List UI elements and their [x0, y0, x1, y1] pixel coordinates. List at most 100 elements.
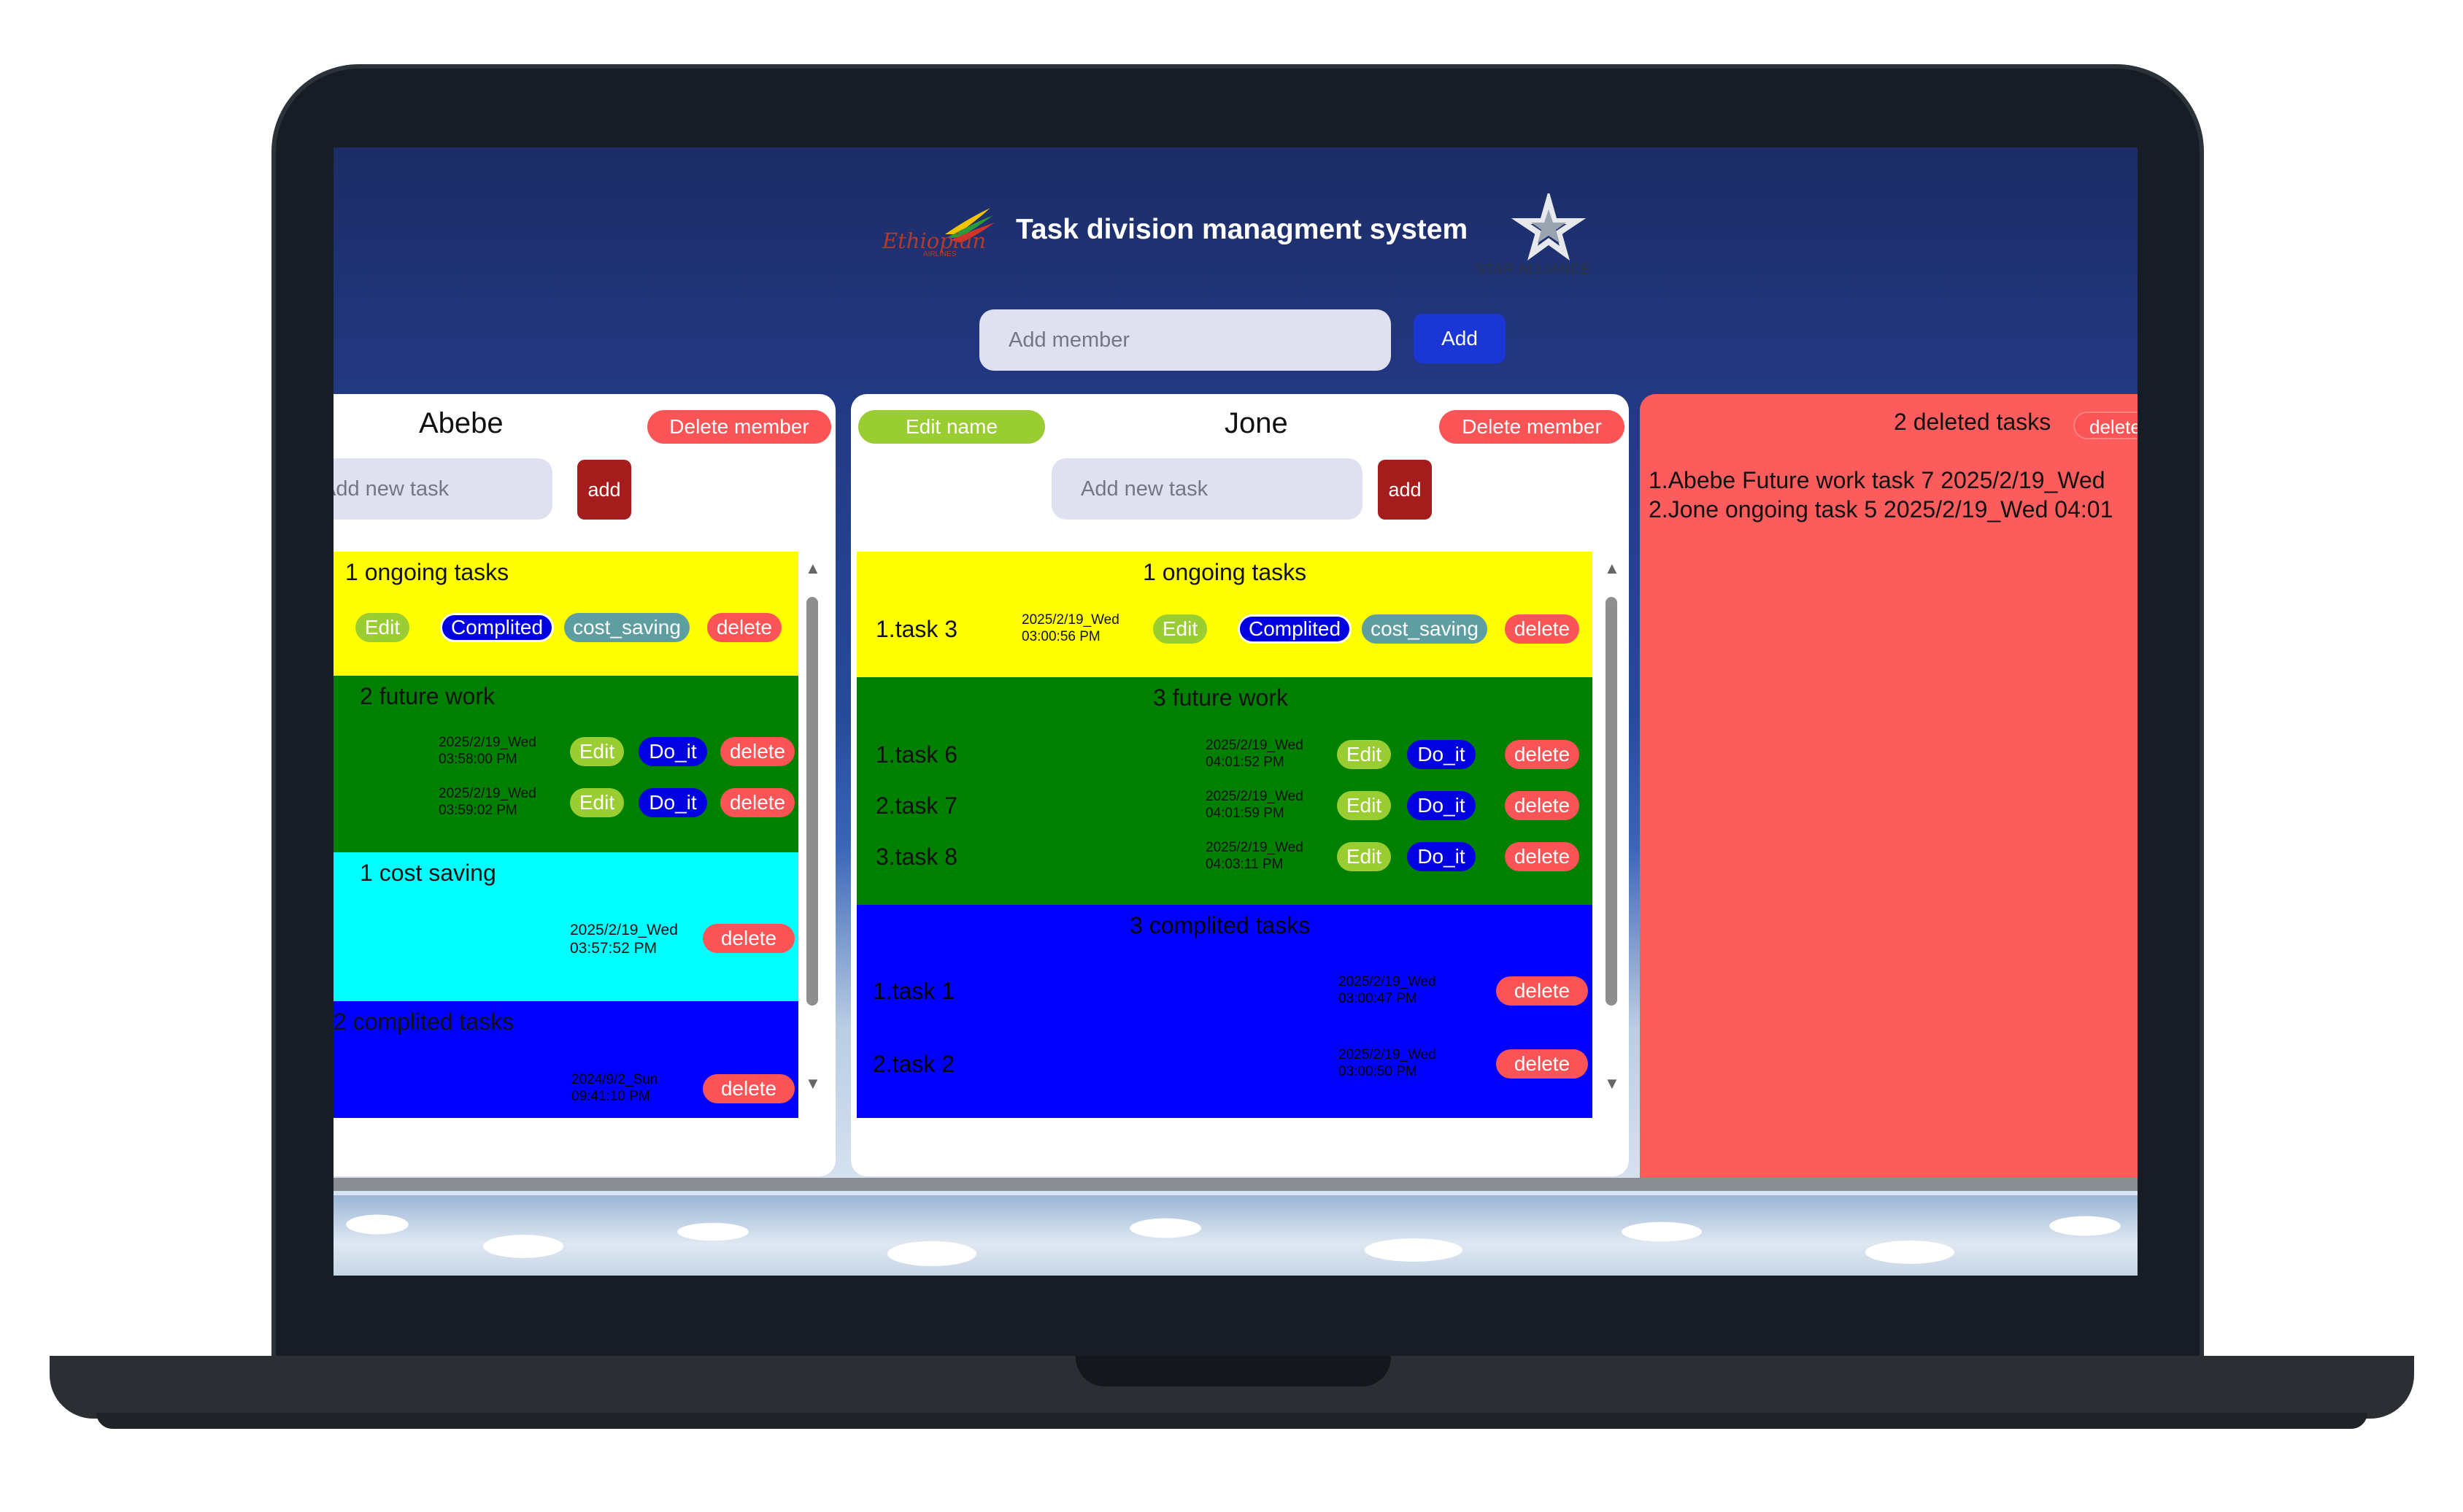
delete-member-button[interactable]: Delete member	[647, 410, 831, 444]
task-date: 2025/2/19_Wed 03:58:00 PM	[439, 735, 536, 767]
member-name: Abebe	[419, 407, 504, 439]
future-work-section-title: 2 future work	[360, 683, 495, 709]
future-work-section-title: 3 future work	[1153, 684, 1288, 711]
member-panel-abebe: Abebe Delete member add 1 ongoing tasks …	[334, 394, 836, 1176]
do-it-button[interactable]: Do_it	[639, 788, 707, 817]
delete-task-button[interactable]: delete	[1505, 614, 1579, 644]
do-it-button[interactable]: Do_it	[1407, 791, 1476, 820]
delete-member-button[interactable]: Delete member	[1439, 410, 1624, 444]
add-task-button[interactable]: add	[577, 460, 631, 520]
edit-task-button[interactable]: Edit	[1153, 614, 1207, 644]
edit-task-button[interactable]: Edit	[1337, 791, 1391, 820]
ongoing-section-title: 1 ongoing tasks	[345, 559, 509, 585]
page-title: Task division managment system	[1016, 214, 1468, 245]
edit-name-button[interactable]: Edit name	[858, 410, 1045, 444]
task-row: 1.task 6 2025/2/19_Wed 04:01:52 PM Edit D…	[857, 737, 1592, 774]
task-name: 3.task 8	[876, 844, 958, 870]
scrollbar-thumb[interactable]	[806, 597, 818, 1006]
app-header: Ethiopian AIRLINES Task division managme…	[334, 188, 2138, 282]
completed-section-title: 3 complited tasks	[1130, 912, 1311, 938]
add-task-button[interactable]: add	[1378, 460, 1432, 520]
task-row: 1.task 3 2025/2/19_Wed 03:00:56 PM Edit C…	[857, 612, 1592, 648]
star-alliance-icon	[1511, 190, 1587, 261]
add-task-input[interactable]	[1052, 458, 1362, 520]
scrollbar-thumb[interactable]	[1606, 597, 1617, 1006]
member-name: Jone	[1225, 407, 1288, 439]
complete-task-button[interactable]: Complited	[440, 613, 554, 642]
ongoing-section: 1 ongoing tasks Edit Complited cost_savi…	[334, 552, 798, 676]
member-panel-jone: Edit name Jone Delete member add 1 ongoi…	[851, 394, 1629, 1176]
cloud-background	[334, 1195, 2138, 1276]
task-list: 1 ongoing tasks 1.task 3 2025/2/19_Wed 03…	[857, 552, 1592, 1118]
clear-deleted-button[interactable]: delete	[2073, 412, 2138, 439]
task-row: 2.task 2 2025/2/19_Wed 03:00:50 PM delete	[857, 1046, 1592, 1083]
ethiopian-logo-text: Ethiopian	[882, 228, 987, 253]
add-task-input[interactable]	[334, 458, 552, 520]
scroll-down-icon[interactable]: ▼	[1604, 1074, 1620, 1093]
complete-task-button[interactable]: Complited	[1238, 614, 1352, 644]
task-name: 2.task 7	[876, 792, 958, 819]
ethiopian-logo-sub: AIRLINES	[923, 250, 957, 258]
task-list-scrollbar[interactable]: ▲ ▼	[803, 552, 821, 1118]
edit-task-button[interactable]: Edit	[1337, 842, 1391, 871]
laptop-notch	[1076, 1356, 1391, 1386]
app-screen: Ethiopian AIRLINES Task division managme…	[334, 147, 2138, 1276]
cost-saving-section-title: 1 cost saving	[360, 860, 496, 886]
deleted-tasks-panel: 2 deleted tasks delete 1.Abebe Future wo…	[1640, 394, 2138, 1181]
task-row: Edit Complited cost_saving delete	[334, 610, 798, 647]
scroll-up-icon[interactable]: ▲	[805, 559, 821, 578]
task-list: 1 ongoing tasks Edit Complited cost_savi…	[334, 552, 798, 1118]
horizontal-scrollbar[interactable]	[334, 1178, 2138, 1191]
delete-task-button[interactable]: delete	[1505, 842, 1579, 871]
task-row: 3.task 8 2025/2/19_Wed 04:03:11 PM Edit D…	[857, 839, 1592, 876]
task-list-scrollbar[interactable]: ▲ ▼	[1603, 552, 1620, 1118]
delete-task-button[interactable]: delete	[1496, 1049, 1588, 1079]
edit-task-button[interactable]: Edit	[355, 613, 409, 642]
add-member-button[interactable]: Add	[1414, 314, 1506, 363]
star-alliance-text: STAR ALLIANCE	[1476, 262, 1592, 277]
task-date: 2024/9/2_Sun 09:41:10 PM	[571, 1072, 658, 1104]
task-name: 2.task 2	[873, 1051, 955, 1077]
do-it-button[interactable]: Do_it	[639, 737, 707, 766]
task-date: 2025/2/19_Wed 03:57:52 PM	[570, 922, 678, 957]
task-date: 2025/2/19_Wed 03:00:47 PM	[1338, 974, 1436, 1006]
deleted-task-item: 1.Abebe Future work task 7 2025/2/19_Wed	[1649, 467, 2105, 493]
completed-section: 2 complited tasks 2024/9/2_Sun 09:41:10 P…	[334, 1001, 798, 1118]
edit-task-button[interactable]: Edit	[570, 788, 624, 817]
star-alliance-logo: STAR ALLIANCE	[1476, 190, 1622, 277]
delete-task-button[interactable]: delete	[703, 924, 795, 953]
task-row: 2.task 7 2025/2/19_Wed 04:01:59 PM Edit D…	[857, 788, 1592, 825]
task-name: 1.task 1	[873, 978, 955, 1004]
ongoing-section: 1 ongoing tasks 1.task 3 2025/2/19_Wed 03…	[857, 552, 1592, 677]
delete-task-button[interactable]: delete	[707, 613, 782, 642]
deleted-task-item: 2.Jone ongoing task 5 2025/2/19_Wed 04:0…	[1649, 496, 2113, 522]
delete-task-button[interactable]: delete	[720, 737, 795, 766]
scroll-up-icon[interactable]: ▲	[1604, 559, 1620, 578]
delete-task-button[interactable]: delete	[720, 788, 795, 817]
task-date: 2025/2/19_Wed 04:03:11 PM	[1206, 840, 1303, 872]
add-member-input[interactable]	[979, 309, 1391, 371]
task-row: 2024/9/2_Sun 09:41:10 PM delete	[334, 1071, 798, 1108]
edit-task-button[interactable]: Edit	[1337, 740, 1391, 769]
task-name: 1.task 6	[876, 741, 958, 768]
delete-task-button[interactable]: delete	[1505, 791, 1579, 820]
delete-task-button[interactable]: delete	[1505, 740, 1579, 769]
task-date: 2025/2/19_Wed 03:00:50 PM	[1338, 1047, 1436, 1079]
task-row: 1.task 1 2025/2/19_Wed 03:00:47 PM delete	[857, 973, 1592, 1010]
cost-saving-button[interactable]: cost_saving	[564, 613, 690, 642]
delete-task-button[interactable]: delete	[703, 1074, 795, 1103]
laptop-base-shadow	[96, 1413, 2367, 1429]
ongoing-section-title: 1 ongoing tasks	[1143, 559, 1307, 585]
task-row: 2025/2/19_Wed 03:58:00 PM Edit Do_it dele…	[334, 734, 798, 771]
cost-saving-button[interactable]: cost_saving	[1362, 614, 1487, 644]
future-work-section: 3 future work 1.task 6 2025/2/19_Wed 04:0…	[857, 677, 1592, 905]
task-date: 2025/2/19_Wed 04:01:52 PM	[1206, 738, 1303, 770]
scroll-down-icon[interactable]: ▼	[805, 1074, 821, 1093]
edit-task-button[interactable]: Edit	[570, 737, 624, 766]
task-date: 2025/2/19_Wed 03:00:56 PM	[1022, 612, 1119, 644]
task-date: 2025/2/19_Wed 04:01:59 PM	[1206, 789, 1303, 821]
do-it-button[interactable]: Do_it	[1407, 740, 1476, 769]
delete-task-button[interactable]: delete	[1496, 976, 1588, 1006]
task-name: 1.task 3	[876, 616, 958, 642]
do-it-button[interactable]: Do_it	[1407, 842, 1476, 871]
